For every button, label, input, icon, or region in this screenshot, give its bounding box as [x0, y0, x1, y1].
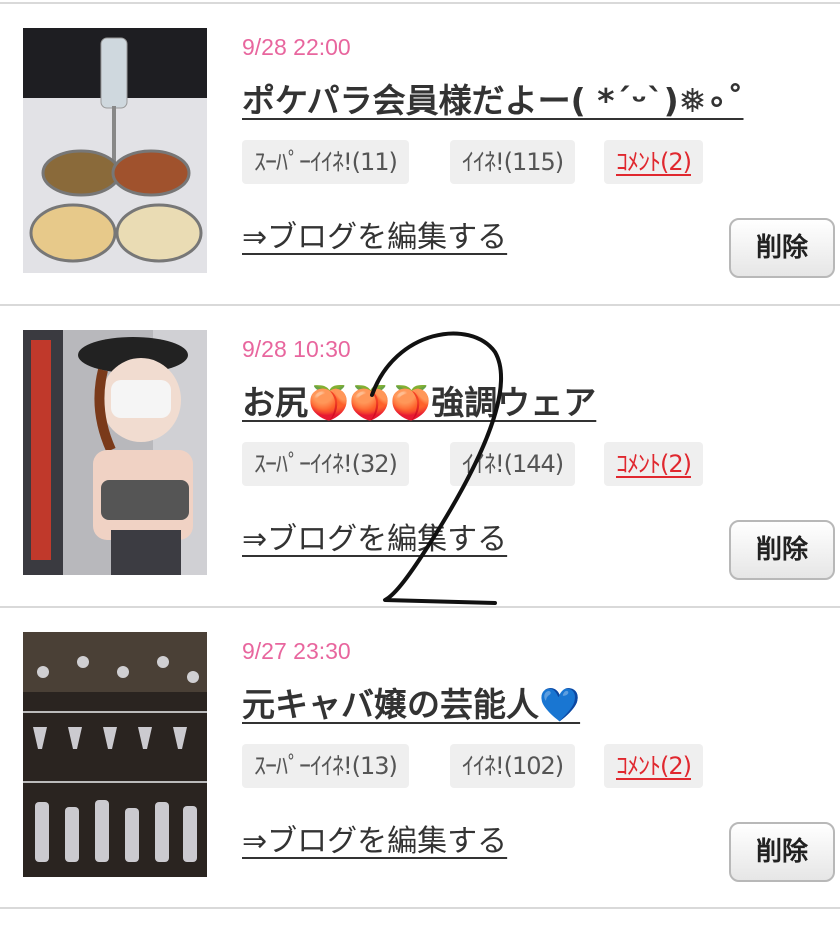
comment-link[interactable]: ｺﾒﾝﾄ(2)	[604, 744, 703, 788]
edit-blog-link[interactable]: ⇒ブログを編集する	[242, 212, 507, 256]
post-title-link[interactable]: 元キャバ嬢の芸能人💙	[242, 678, 580, 726]
post-date: 9/28 10:30	[242, 336, 351, 362]
edit-blog-link[interactable]: ⇒ブログを編集する	[242, 514, 507, 558]
post-title-link[interactable]: お尻🍑🍑🍑強調ウェア	[242, 376, 596, 424]
like-badge: ｲｲﾈ!(102)	[450, 744, 576, 788]
post-thumbnail[interactable]	[23, 28, 207, 273]
post-date: 9/27 23:30	[242, 638, 351, 664]
super-like-badge: ｽｰﾊﾟｰｲｲﾈ!(11)	[242, 140, 409, 184]
delete-button[interactable]: 削除	[729, 520, 835, 580]
post-thumbnail[interactable]	[23, 330, 207, 575]
blog-post-item: 9/27 23:30 元キャバ嬢の芸能人💙 ｽｰﾊﾟｰｲｲﾈ!(13) ｲｲﾈ!…	[0, 606, 840, 909]
delete-button[interactable]: 削除	[729, 822, 835, 882]
blog-post-item: 9/28 10:30 お尻🍑🍑🍑強調ウェア ｽｰﾊﾟｰｲｲﾈ!(32) ｲｲﾈ!…	[0, 304, 840, 607]
like-badge: ｲｲﾈ!(144)	[450, 442, 576, 486]
super-like-badge: ｽｰﾊﾟｰｲｲﾈ!(32)	[242, 442, 409, 486]
delete-button[interactable]: 削除	[729, 218, 835, 278]
comment-link[interactable]: ｺﾒﾝﾄ(2)	[604, 140, 703, 184]
blog-post-item: 9/28 22:00 ポケパラ会員様だよー( *´ᵕ`)❅∘˚ ｽｰﾊﾟｰｲｲﾈ…	[0, 2, 840, 305]
super-like-badge: ｽｰﾊﾟｰｲｲﾈ!(13)	[242, 744, 409, 788]
post-date: 9/28 22:00	[242, 34, 351, 60]
edit-blog-link[interactable]: ⇒ブログを編集する	[242, 816, 507, 860]
post-thumbnail[interactable]	[23, 632, 207, 877]
comment-link[interactable]: ｺﾒﾝﾄ(2)	[604, 442, 703, 486]
like-badge: ｲｲﾈ!(115)	[450, 140, 576, 184]
post-title-link[interactable]: ポケパラ会員様だよー( *´ᵕ`)❅∘˚	[242, 74, 744, 122]
